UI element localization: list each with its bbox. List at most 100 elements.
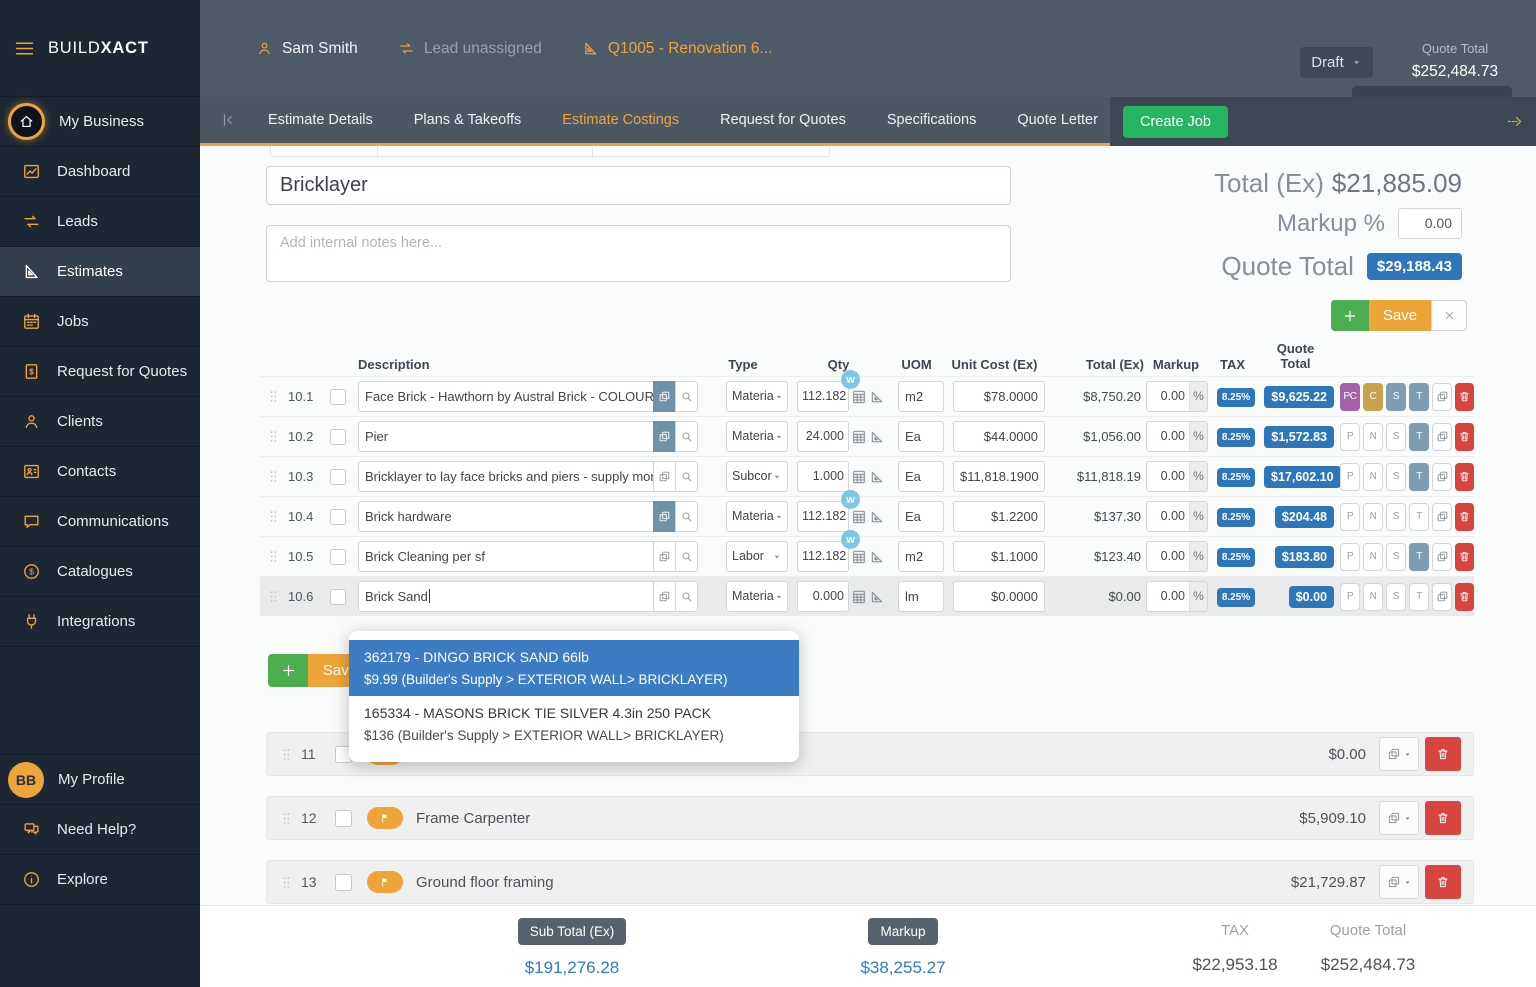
uom-input[interactable]: Ea <box>898 501 944 532</box>
qty-input[interactable]: 0.000 <box>797 581 849 612</box>
flag-p-button[interactable]: P <box>1340 543 1360 571</box>
scroll-tabs-arrow-icon[interactable] <box>1506 113 1523 130</box>
flag-n-button[interactable]: N <box>1363 543 1383 571</box>
type-select[interactable]: Materia <box>726 421 788 452</box>
create-job-button[interactable]: Create Job <box>1123 106 1228 138</box>
unit-cost-input[interactable]: $1.2200 <box>953 501 1045 532</box>
tab-quote-letter[interactable]: Quote Letter <box>1017 112 1098 128</box>
duplicate-row-icon[interactable] <box>1432 583 1452 611</box>
sidebar-item-jobs[interactable]: Jobs <box>0 297 200 347</box>
sidebar-item-contacts[interactable]: Contacts <box>0 447 200 497</box>
sidebar-item-clients[interactable]: Clients <box>0 397 200 447</box>
duplicate-row-icon[interactable] <box>1432 423 1452 451</box>
section-row-ground-floor-framing[interactable]: 13 Ground floor framing $21,729.87 <box>266 860 1474 904</box>
sidebar-item-request-for-quotes[interactable]: $ Request for Quotes <box>0 347 200 397</box>
hamburger-icon[interactable] <box>14 38 35 59</box>
markup-percent-input[interactable]: 0.00 <box>1398 208 1462 239</box>
copy-description-icon[interactable] <box>653 421 676 452</box>
markup-badge[interactable]: Markup <box>868 918 937 945</box>
calculator-icon[interactable] <box>851 549 867 565</box>
description-input[interactable]: Brick hardware <box>358 501 654 532</box>
type-select[interactable]: Subcor <box>726 461 788 492</box>
takeoff-ruler-icon[interactable] <box>869 509 885 525</box>
section-title-input[interactable] <box>266 166 1011 205</box>
flag-p-button[interactable]: P <box>1340 463 1360 491</box>
duplicate-row-icon[interactable] <box>1432 503 1452 531</box>
drag-handle-icon[interactable] <box>266 469 282 484</box>
flag-p-button[interactable]: P <box>1340 583 1360 611</box>
takeoff-ruler-icon[interactable] <box>869 549 885 565</box>
sidebar-item-my-profile[interactable]: BB My Profile <box>0 755 200 805</box>
delete-row-icon[interactable] <box>1455 463 1474 491</box>
row-checkbox[interactable] <box>330 469 346 485</box>
flag-n-button[interactable]: N <box>1363 503 1383 531</box>
qty-input[interactable]: 112.182 <box>797 501 849 532</box>
row-checkbox[interactable] <box>330 429 346 445</box>
internal-notes-input[interactable] <box>266 225 1011 282</box>
delete-section-button[interactable] <box>1425 801 1461 835</box>
sidebar-item-integrations[interactable]: Integrations <box>0 597 200 647</box>
type-select[interactable]: Labor <box>726 541 788 572</box>
uom-input[interactable]: m2 <box>898 541 944 572</box>
section-checkbox[interactable] <box>335 874 352 891</box>
tax-badge[interactable]: 8.25% <box>1217 508 1255 527</box>
markup-input[interactable]: 0.00 <box>1147 502 1189 531</box>
description-input[interactable]: Pier <box>358 421 654 452</box>
qty-input[interactable]: 112.182 <box>797 541 849 572</box>
type-select[interactable]: Materia <box>726 581 788 612</box>
description-input[interactable]: Face Brick - Hawthorn by Austral Brick -… <box>358 381 654 412</box>
flag-t-button[interactable]: T <box>1409 463 1429 491</box>
unit-cost-input[interactable]: $78.0000 <box>953 381 1045 412</box>
sidebar-item-explore[interactable]: Explore <box>0 855 200 905</box>
flag-s-button[interactable]: S <box>1386 583 1406 611</box>
delete-section-button[interactable] <box>1425 865 1461 899</box>
calculator-icon[interactable] <box>851 469 867 485</box>
flag-t-button[interactable]: T <box>1409 383 1429 411</box>
markup-input[interactable]: 0.00 <box>1147 542 1189 571</box>
uom-input[interactable]: Ea <box>898 421 944 452</box>
markup-input[interactable]: 0.00 <box>1147 422 1189 451</box>
type-select[interactable]: Materia <box>726 381 788 412</box>
delete-row-icon[interactable] <box>1455 543 1474 571</box>
calculator-icon[interactable] <box>851 509 867 525</box>
flag-p-button[interactable]: P <box>1340 423 1360 451</box>
tax-badge[interactable]: 8.25% <box>1217 388 1255 407</box>
takeoff-link-badge[interactable]: w <box>841 370 860 389</box>
tab-specifications[interactable]: Specifications <box>887 112 976 128</box>
row-checkbox[interactable] <box>330 549 346 565</box>
section-row-frame-carpenter[interactable]: 12 Frame Carpenter $5,909.10 <box>266 796 1474 840</box>
uom-input[interactable]: m2 <box>898 381 944 412</box>
flag-pc-button[interactable]: PC <box>1340 383 1360 411</box>
uom-input[interactable]: Ea <box>898 461 944 492</box>
flag-s-button[interactable]: S <box>1386 423 1406 451</box>
qty-input[interactable]: 1.000 <box>797 461 849 492</box>
flag-s-button[interactable]: S <box>1386 543 1406 571</box>
calculator-icon[interactable] <box>851 429 867 445</box>
drag-handle-icon[interactable] <box>279 811 295 826</box>
duplicate-row-icon[interactable] <box>1432 383 1452 411</box>
copy-description-icon[interactable] <box>653 381 676 412</box>
sidebar-item-my-business[interactable]: My Business <box>0 97 200 147</box>
add-item-button[interactable] <box>268 654 308 687</box>
uom-input[interactable]: lm <box>898 581 944 612</box>
takeoff-ruler-icon[interactable] <box>869 389 885 405</box>
sidebar-item-estimates[interactable]: Estimates <box>0 247 200 297</box>
unit-cost-input[interactable]: $1.1000 <box>953 541 1045 572</box>
collapse-sidebar-icon[interactable] <box>217 111 235 129</box>
row-checkbox[interactable] <box>330 509 346 525</box>
drag-handle-icon[interactable] <box>266 429 282 444</box>
delete-section-button[interactable] <box>1425 737 1461 771</box>
copy-description-icon[interactable] <box>653 581 676 612</box>
copy-description-icon[interactable] <box>653 501 676 532</box>
status-dropdown[interactable]: Draft <box>1300 47 1373 78</box>
sidebar-item-leads[interactable]: Leads <box>0 197 200 247</box>
tax-badge[interactable]: 8.25% <box>1217 548 1255 567</box>
row-checkbox[interactable] <box>330 589 346 605</box>
delete-row-icon[interactable] <box>1455 503 1474 531</box>
tax-badge[interactable]: 8.25% <box>1217 588 1255 607</box>
lead-status[interactable]: Lead unassigned <box>398 40 542 58</box>
duplicate-section-button[interactable] <box>1379 801 1419 835</box>
copy-description-icon[interactable] <box>653 461 676 492</box>
type-select[interactable]: Materia <box>726 501 788 532</box>
flag-n-button[interactable]: N <box>1363 583 1383 611</box>
